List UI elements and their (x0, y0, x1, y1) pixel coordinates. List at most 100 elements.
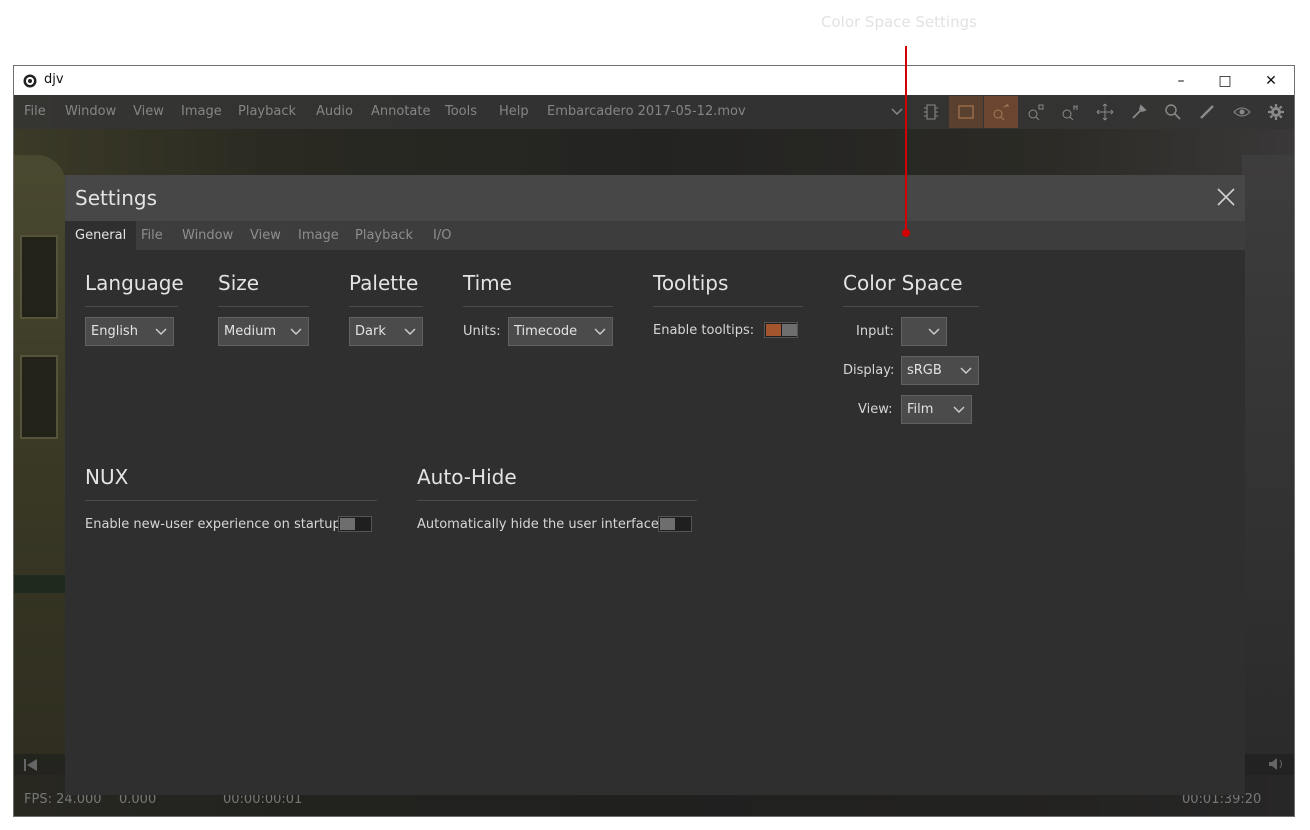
annotate-pen-icon[interactable] (1190, 96, 1224, 128)
close-icon: ✕ (1265, 72, 1277, 89)
zoom-reset-icon[interactable] (1019, 96, 1053, 128)
color-space-input-select[interactable] (901, 317, 947, 346)
time-title: Time (463, 271, 512, 295)
palette-title: Palette (349, 271, 419, 295)
background-image-left (14, 155, 66, 775)
language-select[interactable]: English (85, 317, 174, 346)
magnify-icon[interactable] (1156, 96, 1190, 128)
annotation-label: Color Space Settings (821, 13, 977, 31)
menu-bar: File Window View Image Playback Audio An… (14, 95, 1294, 129)
tooltips-title: Tooltips (653, 271, 729, 295)
minimize-button[interactable]: – (1158, 66, 1204, 95)
time-units-select[interactable]: Timecode (508, 317, 613, 346)
current-file-name[interactable]: Embarcadero 2017-05-12.mov (547, 104, 746, 119)
chevron-down-icon (155, 328, 167, 335)
color-picker-icon[interactable] (1122, 96, 1156, 128)
toggle-knob (766, 324, 781, 336)
time-units-label: Units: (463, 324, 501, 339)
divider (85, 500, 377, 501)
time-units-value: Timecode (514, 324, 578, 339)
menu-help[interactable]: Help (499, 104, 529, 119)
pan-icon[interactable] (1088, 96, 1122, 128)
maximize-button[interactable]: □ (1202, 66, 1248, 95)
window-titlebar: djv – □ ✕ (14, 66, 1294, 95)
menu-tools[interactable]: Tools (445, 104, 477, 119)
tab-window[interactable]: Window (172, 221, 243, 250)
tab-general[interactable]: General (65, 221, 137, 250)
size-value: Medium (224, 324, 276, 339)
annotation-pointer-line (905, 46, 907, 232)
menu-image[interactable]: Image (181, 104, 222, 119)
auto-hide-toggle[interactable] (658, 516, 692, 532)
settings-title: Settings (75, 186, 158, 210)
chevron-down-icon (594, 328, 606, 335)
settings-dialog: Settings General File Window View Image … (65, 175, 1245, 795)
window-title: djv (44, 72, 64, 87)
app-window: djv – □ ✕ File Window View Image Playbac… (13, 65, 1295, 817)
tab-playback[interactable]: Playback (345, 221, 423, 250)
tab-file[interactable]: File (131, 221, 173, 250)
eye-icon[interactable] (1225, 96, 1259, 128)
palette-value: Dark (355, 324, 386, 339)
toggle-knob (340, 518, 355, 530)
size-title: Size (218, 271, 260, 295)
divider (843, 306, 979, 307)
enable-tooltips-label: Enable tooltips: (653, 323, 755, 338)
minimize-icon: – (1177, 72, 1185, 89)
nux-enable-label: Enable new-user experience on startup: (85, 517, 346, 532)
close-window-button[interactable]: ✕ (1248, 66, 1294, 95)
divider (349, 306, 423, 307)
enable-tooltips-toggle[interactable] (764, 322, 798, 338)
tab-io[interactable]: I/O (423, 221, 461, 250)
color-space-view-select[interactable]: Film (901, 395, 972, 424)
video-viewer[interactable]: File Window View Image Playback Audio An… (14, 95, 1294, 816)
gear-icon[interactable] (1259, 96, 1293, 128)
skip-start-icon[interactable] (24, 756, 38, 775)
divider (85, 306, 178, 307)
nux-title: NUX (85, 465, 129, 489)
maximize-icon: □ (1218, 72, 1232, 89)
chevron-down-icon[interactable] (880, 96, 914, 128)
menu-playback[interactable]: Playback (238, 104, 296, 119)
tab-image[interactable]: Image (288, 221, 349, 250)
color-space-title: Color Space (843, 271, 963, 295)
color-space-input-label: Input: (856, 324, 895, 339)
divider (463, 306, 613, 307)
language-title: Language (85, 271, 184, 295)
color-space-view-label: View: (858, 402, 893, 417)
chevron-down-icon (953, 406, 965, 413)
menu-annotate[interactable]: Annotate (371, 104, 430, 119)
annotation-pointer-dot (902, 229, 910, 237)
chevron-down-icon (290, 328, 302, 335)
settings-close-button[interactable] (1213, 184, 1239, 210)
color-space-display-select[interactable]: sRGB (901, 356, 979, 385)
color-space-view-value: Film (907, 402, 934, 417)
toggle-knob (660, 518, 675, 530)
menu-file[interactable]: File (24, 104, 46, 119)
settings-header: Settings (65, 175, 1245, 221)
palette-select[interactable]: Dark (349, 317, 423, 346)
zoom-fit-icon[interactable] (984, 96, 1018, 128)
nux-enable-toggle[interactable] (338, 516, 372, 532)
tab-view[interactable]: View (240, 221, 291, 250)
divider (653, 306, 803, 307)
menu-view[interactable]: View (133, 104, 164, 119)
settings-tabs: General File Window View Image Playback … (65, 221, 1245, 250)
timeline-icon[interactable] (914, 96, 948, 128)
auto-hide-enable-label: Automatically hide the user interface: (417, 517, 664, 532)
background-image-right (1242, 155, 1294, 775)
chevron-down-icon (928, 328, 940, 335)
close-icon (1217, 188, 1235, 206)
chevron-down-icon (960, 367, 972, 374)
frame-icon[interactable] (949, 96, 983, 128)
divider (417, 500, 697, 501)
audio-icon[interactable] (1268, 756, 1286, 775)
size-select[interactable]: Medium (218, 317, 309, 346)
zoom-one-icon[interactable] (1053, 96, 1087, 128)
chevron-down-icon (404, 328, 416, 335)
language-value: English (91, 324, 138, 339)
menu-window[interactable]: Window (65, 104, 116, 119)
menu-audio[interactable]: Audio (316, 104, 353, 119)
djv-logo-icon (23, 73, 37, 92)
toggle-track (782, 324, 797, 336)
